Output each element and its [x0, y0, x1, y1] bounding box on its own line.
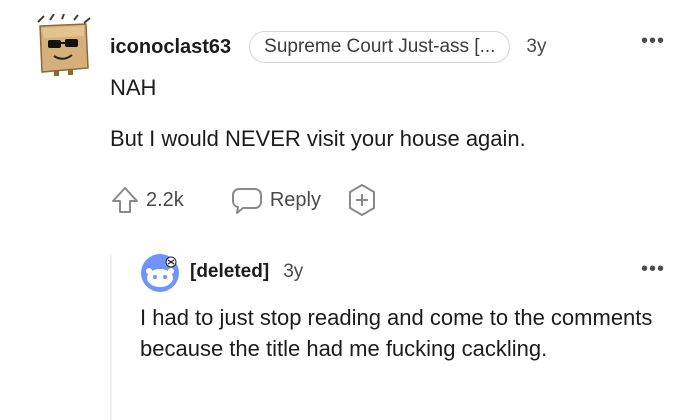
reply-username: [deleted]	[190, 261, 270, 282]
comment-body-line-1: NAH	[110, 75, 157, 100]
timestamp[interactable]: 3y	[526, 36, 546, 58]
deleted-user-avatar	[140, 253, 180, 293]
more-options-icon[interactable]: •••	[641, 30, 665, 53]
reply-label: Reply	[269, 188, 321, 211]
user-flair: Supreme Court Just-ass [...	[249, 31, 511, 63]
reply-meta: [deleted] 3y	[190, 258, 303, 286]
comment-meta: iconoclast63 Supreme Court Just-ass [...…	[110, 30, 547, 64]
award-button[interactable]	[345, 183, 379, 217]
comment-actions: 2.2k Reply	[110, 182, 379, 218]
award-plus-icon	[345, 183, 379, 217]
reply-body: I had to just stop reading and come to t…	[140, 305, 653, 361]
comment-body-line-2: But I would NEVER visit your house again…	[110, 126, 526, 151]
upvote-arrow-icon	[110, 185, 140, 215]
username[interactable]: iconoclast63	[110, 36, 231, 59]
upvote-button[interactable]: 2.2k	[110, 185, 184, 215]
user-avatar[interactable]	[34, 13, 92, 76]
reply-more-options-icon[interactable]: •••	[641, 258, 665, 281]
reply-button[interactable]: Reply	[230, 185, 321, 215]
vote-count: 2.2k	[146, 188, 184, 211]
reply-timestamp[interactable]: 3y	[283, 261, 303, 283]
speech-bubble-icon	[230, 185, 264, 215]
thread-line	[110, 255, 112, 420]
